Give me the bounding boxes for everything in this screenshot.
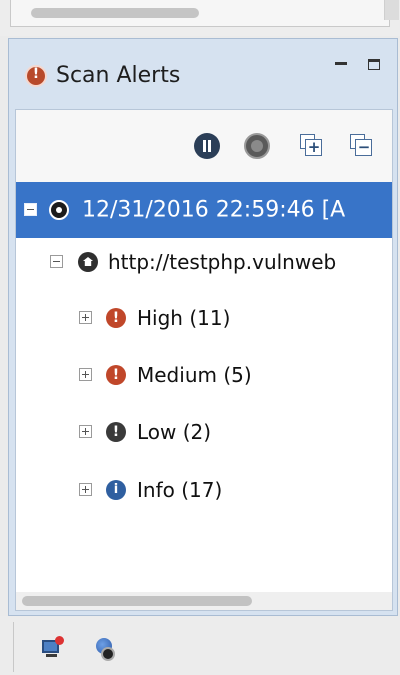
top-panel-content (10, 0, 399, 27)
tree-row-low[interactable]: Low (2) (16, 414, 392, 450)
collapse-toggle-icon[interactable] (24, 203, 37, 216)
minimize-button[interactable] (333, 57, 349, 73)
scan-icon (49, 200, 69, 220)
bottom-toolbar (0, 616, 400, 675)
stop-scan-button[interactable] (244, 133, 270, 159)
alerts-content: + − 12/31/2016 22:59:46 [A http://testph… (15, 109, 393, 611)
collapse-all-button[interactable]: − (349, 133, 375, 159)
tree-row-info[interactable]: Info (17) (16, 472, 392, 508)
alert-label-low: Low (2) (137, 420, 212, 444)
alerts-tree: 12/31/2016 22:59:46 [A http://testphp.vu… (16, 182, 392, 592)
toolbar-divider (13, 622, 14, 672)
alert-label-high: High (11) (137, 306, 231, 330)
alert-label-medium: Medium (5) (137, 363, 252, 387)
tree-row-high[interactable]: High (11) (16, 300, 392, 336)
top-vertical-scrollbar[interactable] (384, 0, 399, 20)
scan-label: 12/31/2016 22:59:46 [A (82, 197, 346, 223)
alerts-toolbar: + − (16, 110, 392, 182)
expand-toggle-icon[interactable] (79, 368, 92, 381)
expand-all-icon: + (307, 138, 321, 156)
monitor-alert-icon[interactable] (40, 636, 64, 662)
tree-row-medium[interactable]: Medium (5) (16, 357, 392, 393)
top-horizontal-scrollbar[interactable] (31, 8, 199, 18)
site-home-icon (78, 252, 98, 272)
medium-alert-icon (106, 365, 126, 385)
scrollbar-thumb[interactable] (22, 596, 252, 606)
scan-alerts-view: Scan Alerts + − 12/31/2016 22:59:46 [A (8, 38, 398, 616)
expand-toggle-icon[interactable] (79, 311, 92, 324)
tree-row-site[interactable]: http://testphp.vulnweb (16, 244, 392, 280)
badge-icon (55, 636, 64, 645)
maximize-button[interactable] (367, 57, 383, 73)
info-icon (106, 480, 126, 500)
tab-label: Scan Alerts (56, 63, 181, 88)
horizontal-scrollbar[interactable] (16, 592, 392, 610)
pause-scan-button[interactable] (194, 133, 220, 159)
low-alert-icon (106, 422, 126, 442)
high-alert-icon (106, 308, 126, 328)
top-panel (0, 0, 400, 36)
expand-toggle-icon[interactable] (79, 483, 92, 496)
globe-add-icon[interactable] (93, 638, 117, 662)
tab-scan-alerts[interactable]: Scan Alerts (11, 43, 205, 109)
expand-toggle-icon[interactable] (79, 425, 92, 438)
collapse-toggle-icon[interactable] (50, 255, 63, 268)
collapse-all-icon: − (357, 138, 371, 156)
alert-label-info: Info (17) (137, 478, 223, 502)
expand-all-button[interactable]: + (299, 133, 325, 159)
site-label: http://testphp.vulnweb (108, 250, 337, 274)
alert-icon (25, 65, 47, 87)
tree-row-scan[interactable]: 12/31/2016 22:59:46 [A (16, 182, 392, 238)
